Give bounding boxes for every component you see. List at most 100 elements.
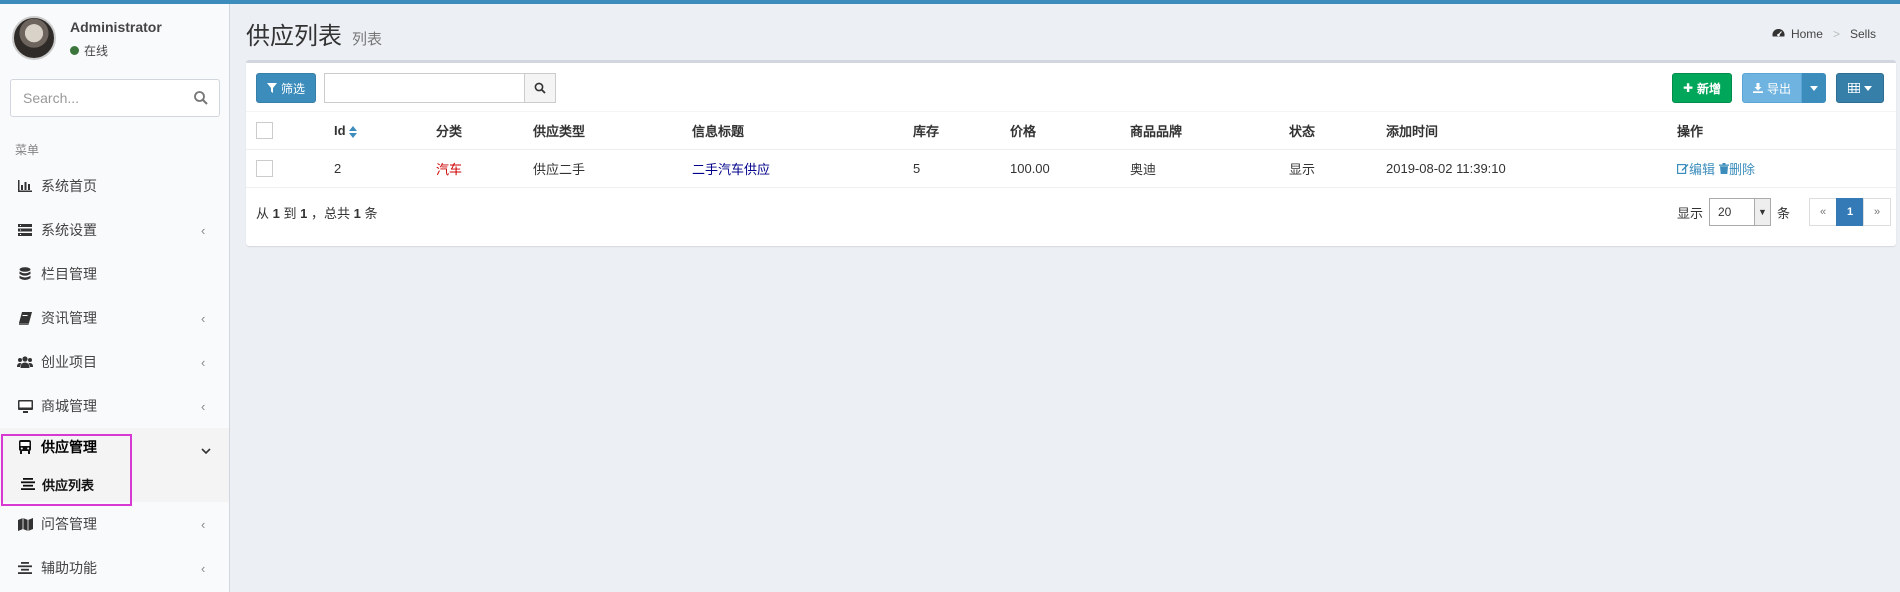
next-page-button[interactable]: » <box>1863 198 1891 226</box>
supply-table: Id 分类 供应类型 信息标题 库存 价格 商品品牌 状态 添加时间 操作 2 … <box>246 111 1896 188</box>
column-header-status: 状态 <box>1289 111 1386 150</box>
align-icon <box>17 560 33 576</box>
user-status-label: 在线 <box>84 44 109 58</box>
bar-chart-icon <box>17 178 33 194</box>
select-all-checkbox[interactable] <box>256 122 273 140</box>
download-icon <box>1752 83 1763 93</box>
delete-link[interactable]: 删除 <box>1719 162 1755 177</box>
page-size-label: 显示 <box>1676 205 1703 221</box>
column-header-added-time: 添加时间 <box>1386 111 1677 150</box>
search-icon <box>534 82 546 94</box>
page-button-current[interactable]: 1 <box>1836 198 1864 226</box>
avatar <box>12 16 56 60</box>
row-checkbox[interactable] <box>256 160 273 178</box>
user-name: Administrator <box>70 19 162 35</box>
sidebar-search <box>10 79 220 117</box>
delete-link-label: 删除 <box>1729 162 1756 177</box>
toolbar-left: 筛选 <box>256 73 556 103</box>
plus-icon: ✚ <box>1682 81 1694 95</box>
search-icon[interactable] <box>193 90 209 106</box>
pagination-info: 从 1 到 1 ，总共 1 条 <box>256 206 378 221</box>
chevron-left-icon: ‹ <box>201 355 206 370</box>
caret-down-icon: ▼ <box>1753 199 1770 225</box>
sidebar-item-label: 系统首页 <box>41 178 97 194</box>
page-size-unit: 条 <box>1776 205 1790 221</box>
page-size-value: 20 <box>1717 205 1732 219</box>
page-size-select[interactable]: 20 ▼ <box>1708 198 1771 226</box>
page-title: 供应列表 <box>246 23 342 50</box>
table-search-button[interactable] <box>524 73 556 103</box>
export-button-label: 导出 <box>1766 81 1791 96</box>
columns-toggle-button[interactable] <box>1836 73 1884 103</box>
sidebar-menu: 系统首页 系统设置 ‹ 栏目管理 资讯管理 ‹ 创业项目 ‹ 商城管理 ‹ 供应… <box>0 164 229 590</box>
table-row: 2 汽车 供应二手 二手汽车供应 5 100.00 奥迪 显示 2019-08-… <box>246 149 1896 188</box>
sidebar-subitem-supply-list[interactable]: 供应列表 <box>0 466 229 502</box>
cell-added-time: 2019-08-02 11:39:10 <box>1386 149 1677 188</box>
sidebar-item-shop[interactable]: 商城管理 ‹ <box>0 384 229 428</box>
cell-title-link[interactable]: 二手汽车供应 <box>692 149 913 188</box>
select-all-cell <box>246 111 334 150</box>
chevron-down-icon <box>201 443 211 457</box>
pagination: 显示 20 ▼ 条 « 1 » <box>1677 198 1891 226</box>
map-icon <box>17 516 33 532</box>
sidebar-search-input[interactable] <box>11 80 181 116</box>
sidebar-item-dashboard[interactable]: 系统首页 <box>0 164 229 208</box>
filter-button[interactable]: 筛选 <box>256 73 316 103</box>
chevron-left-icon: ‹ <box>201 399 206 414</box>
column-header-stock: 库存 <box>913 111 1010 150</box>
cell-supply-type: 供应二手 <box>533 149 692 188</box>
sidebar-item-system-settings[interactable]: 系统设置 ‹ <box>0 208 229 252</box>
page-links: « 1 » <box>1809 198 1891 226</box>
users-icon <box>17 354 33 370</box>
dashboard-icon <box>1772 28 1785 37</box>
sidebar-item-news[interactable]: 资讯管理 ‹ <box>0 296 229 340</box>
sidebar-item-columns[interactable]: 栏目管理 <box>0 252 229 296</box>
trash-icon <box>1719 163 1730 174</box>
sidebar-item-qa[interactable]: 问答管理 ‹ <box>0 502 229 546</box>
sidebar-subitem-label: 供应列表 <box>42 477 95 493</box>
cell-id: 2 <box>334 149 436 188</box>
cell-price: 100.00 <box>1010 149 1130 188</box>
list-icon <box>17 222 33 238</box>
table-search <box>324 73 556 103</box>
sidebar-item-startup-projects[interactable]: 创业项目 ‹ <box>0 340 229 384</box>
column-header-category: 分类 <box>436 111 533 150</box>
sidebar-item-tools[interactable]: 辅助功能 ‹ <box>0 546 229 590</box>
prev-page-button[interactable]: « <box>1809 198 1837 226</box>
edit-icon <box>1677 164 1689 175</box>
add-button[interactable]: ✚ 新增 <box>1672 73 1732 103</box>
chevron-left-icon: ‹ <box>201 561 206 576</box>
column-header-id[interactable]: Id <box>334 111 436 150</box>
sidebar: Administrator 在线 菜单 系统首页 系统设置 ‹ 栏目管理 资讯管… <box>0 4 230 592</box>
chevron-left-icon: ‹ <box>201 517 206 532</box>
column-header-actions: 操作 <box>1677 111 1896 150</box>
sort-icon <box>348 125 357 138</box>
sidebar-item-label: 商城管理 <box>41 398 97 414</box>
book-icon <box>17 310 33 326</box>
sidebar-item-label: 系统设置 <box>41 222 97 238</box>
grid-icon <box>1848 83 1860 93</box>
online-dot-icon <box>70 46 79 55</box>
cell-actions: 编辑 删除 <box>1677 149 1896 188</box>
export-dropdown-toggle[interactable] <box>1802 73 1826 103</box>
caret-down-icon <box>1864 85 1872 91</box>
column-header-price: 价格 <box>1010 111 1130 150</box>
bus-icon <box>17 439 33 455</box>
edit-link-label: 编辑 <box>1689 162 1716 177</box>
export-group: 导出 <box>1742 73 1826 103</box>
sidebar-item-label: 资讯管理 <box>41 310 97 326</box>
desktop-icon <box>17 398 33 414</box>
breadcrumb-home[interactable]: Home <box>1791 27 1823 41</box>
table-search-input[interactable] <box>324 73 524 103</box>
sidebar-item-supply[interactable]: 供应管理 <box>0 428 229 466</box>
chevron-left-icon: ‹ <box>201 223 206 238</box>
edit-link[interactable]: 编辑 <box>1677 162 1715 177</box>
filter-icon <box>266 83 277 93</box>
cell-brand: 奥迪 <box>1130 149 1289 188</box>
top-accent-bar <box>0 0 1900 4</box>
list-box: 筛选 ✚ 新增 导出 Id 分类 供应类型 信息标题 库存 价格 商品品牌 状态… <box>246 60 1896 246</box>
toolbar-right: ✚ 新增 导出 <box>1672 73 1884 103</box>
sidebar-item-label: 问答管理 <box>41 516 97 532</box>
sidebar-item-label: 创业项目 <box>41 354 97 370</box>
export-button[interactable]: 导出 <box>1742 73 1802 103</box>
